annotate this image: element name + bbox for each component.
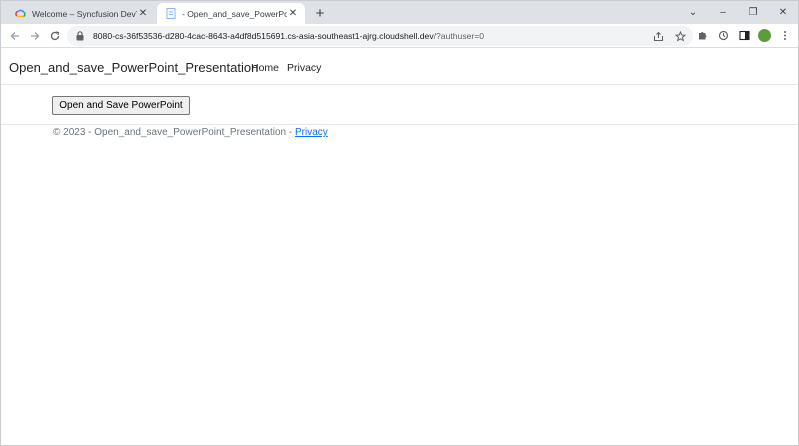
site-footer: © 2023 - Open_and_save_PowerPoint_Presen…: [53, 127, 328, 138]
open-and-save-powerpoint-button[interactable]: Open and Save PowerPoint: [52, 96, 190, 115]
nav-link-privacy[interactable]: Privacy: [287, 62, 321, 74]
tab-title: - Open_and_save_PowerPoint_Pr: [182, 8, 287, 19]
nav-link-home[interactable]: Home: [251, 62, 279, 74]
footer-divider: [1, 124, 798, 125]
site-brand[interactable]: Open_and_save_PowerPoint_Presentation: [9, 60, 258, 75]
google-cloud-icon: [15, 8, 26, 19]
menu-icon[interactable]: [778, 27, 792, 43]
new-tab-button[interactable]: +: [311, 4, 329, 22]
omnibox-actions: [651, 28, 687, 44]
tab-welcome[interactable]: Welcome – Syncfusion DevTest – ✕: [7, 3, 155, 24]
tab-open-and-save[interactable]: - Open_and_save_PowerPoint_Pr ✕: [157, 3, 305, 24]
site-navbar: Open_and_save_PowerPoint_Presentation Ho…: [1, 49, 798, 85]
minimize-button[interactable]: –: [708, 3, 738, 23]
lock-icon[interactable]: [75, 31, 85, 41]
tab-title: Welcome – Syncfusion DevTest –: [32, 8, 137, 19]
close-window-button[interactable]: ✕: [768, 3, 798, 23]
footer-privacy-link[interactable]: Privacy: [295, 127, 328, 138]
close-icon[interactable]: ✕: [137, 8, 149, 20]
reload-icon[interactable]: [47, 28, 63, 44]
browser-toolbar: 8080-cs-36f53536-d280-4cac-8643-a4df8d51…: [1, 24, 798, 48]
forward-icon[interactable]: [27, 28, 43, 44]
profile-avatar[interactable]: [758, 28, 771, 42]
share-icon[interactable]: [651, 28, 665, 44]
url-text: 8080-cs-36f53536-d280-4cac-8643-a4df8d51…: [93, 31, 484, 41]
window-controls: ⌄ – ❐ ✕: [678, 1, 798, 24]
url-host: 8080-cs-36f53536-d280-4cac-8643-a4df8d51…: [93, 31, 434, 41]
url-path: /?authuser=0: [433, 31, 485, 41]
performance-icon[interactable]: [716, 27, 730, 43]
tab-strip: Welcome – Syncfusion DevTest – ✕ - Open_…: [1, 1, 798, 24]
page-icon: [165, 8, 176, 19]
extensions-area: [695, 27, 792, 43]
close-icon[interactable]: ✕: [287, 8, 299, 20]
page-content: Open_and_save_PowerPoint_Presentation Ho…: [1, 49, 798, 445]
footer-text: © 2023 - Open_and_save_PowerPoint_Presen…: [53, 127, 295, 138]
extensions-puzzle-icon[interactable]: [695, 27, 709, 43]
back-icon[interactable]: [7, 28, 23, 44]
side-panel-icon[interactable]: [737, 27, 751, 43]
tab-search-icon[interactable]: ⌄: [678, 3, 708, 23]
browser-window: Welcome – Syncfusion DevTest – ✕ - Open_…: [0, 0, 799, 446]
restore-button[interactable]: ❐: [738, 3, 768, 23]
address-bar[interactable]: 8080-cs-36f53536-d280-4cac-8643-a4df8d51…: [67, 26, 693, 46]
star-icon[interactable]: [673, 28, 687, 44]
